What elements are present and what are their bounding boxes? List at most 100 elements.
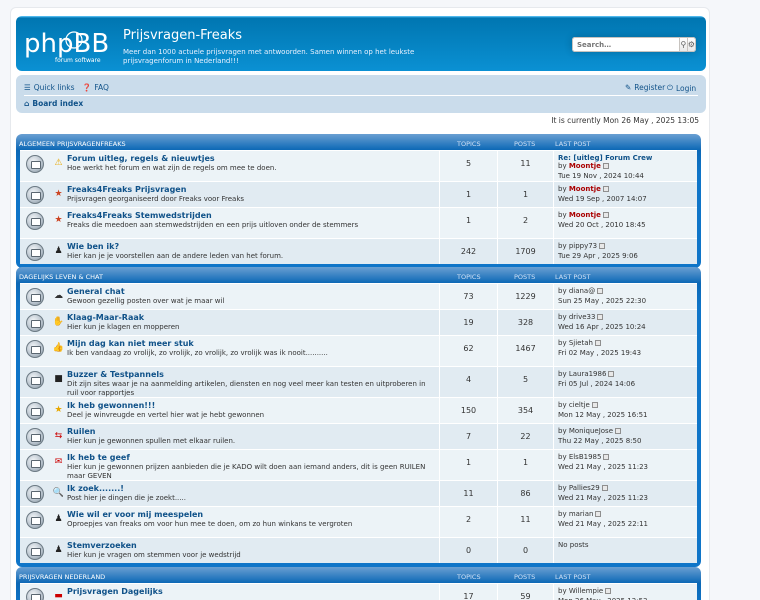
last-post-author-line: by Moontje	[558, 211, 609, 219]
view-latest-icon[interactable]	[601, 485, 608, 491]
view-latest-icon[interactable]	[602, 212, 609, 218]
view-latest-icon[interactable]	[595, 511, 602, 517]
topics-count: 7	[465, 432, 472, 441]
posts-count: 59	[520, 592, 531, 600]
topics-count: 62	[463, 344, 474, 353]
search-input[interactable]	[572, 37, 679, 52]
forum-read-icon	[26, 454, 44, 472]
view-latest-icon[interactable]	[615, 428, 622, 434]
last-post-title[interactable]: Re: [uitleg] Forum Crew	[558, 154, 652, 162]
forum-description: Hier kan je je voorstellen aan de andere…	[67, 252, 284, 260]
posts-cell: 1709	[497, 239, 553, 264]
by-label: by	[558, 484, 569, 492]
by-label: by	[558, 287, 569, 295]
forum-title[interactable]: Ik zoek.......!	[67, 484, 124, 493]
last-post-author[interactable]: MoniqueJose	[569, 427, 613, 435]
last-post-author[interactable]: diana@	[569, 287, 595, 295]
view-latest-icon[interactable]	[602, 186, 609, 192]
login-link[interactable]: ⏻ Login	[667, 83, 696, 93]
edit-icon: ✎	[625, 83, 632, 92]
posts-cell: 2	[497, 208, 553, 238]
quick-links-menu[interactable]: ☰ Quick links	[24, 83, 75, 92]
last-post-author[interactable]: Willempie	[569, 587, 603, 595]
last-post-author[interactable]: drive33	[569, 313, 596, 321]
power-icon: ⏻	[667, 83, 673, 92]
column-posts: Posts	[514, 573, 536, 581]
forum-title[interactable]: Wie ben ik?	[67, 242, 119, 251]
forum-image-icon: ★	[54, 214, 63, 225]
forum-title[interactable]: Ik heb te geef	[67, 453, 130, 462]
topics-cell: 242	[439, 239, 497, 264]
search-box: ⚲ ⚙	[572, 37, 696, 52]
board-index-link[interactable]: ⌂ Board index	[24, 99, 83, 108]
register-link[interactable]: ✎ Register	[625, 83, 665, 92]
last-post-author[interactable]: ElsB1985	[569, 453, 602, 461]
last-post-author[interactable]: Sjietah	[569, 339, 593, 347]
last-post-date: Wed 16 Apr , 2025 10:24	[558, 323, 646, 331]
view-latest-icon[interactable]	[591, 402, 598, 408]
last-post-cell: by marian Wed 21 May , 2025 22:11	[553, 507, 697, 537]
posts-count: 5	[522, 375, 529, 384]
last-post-author[interactable]: cieltje	[569, 401, 590, 409]
category-title[interactable]: Algemeen Prijsvragenfreaks	[19, 140, 126, 148]
forum-title[interactable]: Forum uitleg, regels & nieuwtjes	[67, 154, 215, 163]
forum-read-icon	[26, 588, 44, 600]
by-label: by	[558, 453, 569, 461]
last-post-date: Wed 21 May , 2025 22:11	[558, 520, 648, 528]
last-post-author[interactable]: Moontje	[569, 162, 601, 170]
forum-title[interactable]: General chat	[67, 287, 125, 296]
topics-cell: 0	[439, 538, 497, 563]
last-post-author[interactable]: marian	[569, 510, 594, 518]
column-topics: Topics	[457, 273, 481, 281]
forum-title[interactable]: Buzzer & Testpannels	[67, 370, 164, 379]
forum-title[interactable]: Klaag-Maar-Raak	[67, 313, 144, 322]
by-label: by	[558, 587, 569, 595]
forum-image-icon: ✉	[54, 456, 63, 467]
forum-title[interactable]: Ruilen	[67, 427, 95, 436]
posts-cell: 1229	[497, 284, 553, 309]
topics-count: 1	[465, 458, 472, 467]
view-latest-icon[interactable]	[594, 340, 601, 346]
forum-description: Hier kun je gewonnen prijzen aanbieden d…	[67, 463, 426, 480]
topics-cell: 1	[439, 182, 497, 207]
by-label: by	[558, 427, 569, 435]
forum-title[interactable]: Stemverzoeken	[67, 541, 137, 550]
last-post-author[interactable]: Moontje	[569, 185, 601, 193]
forum-title[interactable]: Freaks4Freaks Stemwedstrijden	[67, 211, 212, 220]
faq-link[interactable]: ❓ FAQ	[82, 83, 109, 92]
last-post-author[interactable]: Moontje	[569, 211, 601, 219]
view-latest-icon[interactable]	[602, 163, 609, 169]
forum-title[interactable]: Prijsvragen Dagelijks	[67, 587, 163, 596]
advanced-search-button[interactable]: ⚙	[687, 37, 696, 52]
category-header: Prijsvragen Nederland Topics Posts Last pos…	[19, 567, 697, 583]
last-post-author[interactable]: pippy73	[569, 242, 597, 250]
last-post-date: Wed 21 May , 2025 11:23	[558, 494, 648, 502]
category-block: Dagelijks leven & chat Topics Posts Last po…	[16, 267, 701, 567]
by-label: by	[558, 313, 569, 321]
forum-title[interactable]: Mijn dag kan niet meer stuk	[67, 339, 194, 348]
last-post-author-line: by pippy73	[558, 242, 606, 250]
search-button[interactable]: ⚲	[679, 37, 688, 52]
site-logo[interactable]: phpBB forum software	[24, 25, 116, 65]
last-post-author[interactable]: Laura1986	[569, 370, 607, 378]
forum-description: Prijsvragen georganiseerd door Freaks vo…	[67, 195, 245, 203]
topics-cell: 11	[439, 481, 497, 506]
forum-read-icon	[26, 511, 44, 529]
view-latest-icon[interactable]	[603, 454, 610, 460]
forum-read-icon	[26, 340, 44, 358]
forum-title[interactable]: Freaks4Freaks Prijsvragen	[67, 185, 186, 194]
forum-title[interactable]: Ik heb gewonnen!!!	[67, 401, 155, 410]
view-latest-icon[interactable]	[597, 314, 604, 320]
forum-read-icon	[26, 243, 44, 261]
category-title[interactable]: Prijsvragen Nederland	[19, 573, 105, 581]
forum-title[interactable]: Wie wil er voor mij meespelen	[67, 510, 203, 519]
posts-count: 354	[517, 406, 534, 415]
posts-cell: 1	[497, 450, 553, 480]
posts-count: 22	[520, 432, 531, 441]
view-latest-icon[interactable]	[597, 288, 604, 294]
last-post-author[interactable]: Pallies29	[569, 484, 600, 492]
view-latest-icon[interactable]	[605, 588, 612, 594]
view-latest-icon[interactable]	[608, 371, 615, 377]
view-latest-icon[interactable]	[599, 243, 606, 249]
category-title[interactable]: Dagelijks leven & chat	[19, 273, 103, 281]
